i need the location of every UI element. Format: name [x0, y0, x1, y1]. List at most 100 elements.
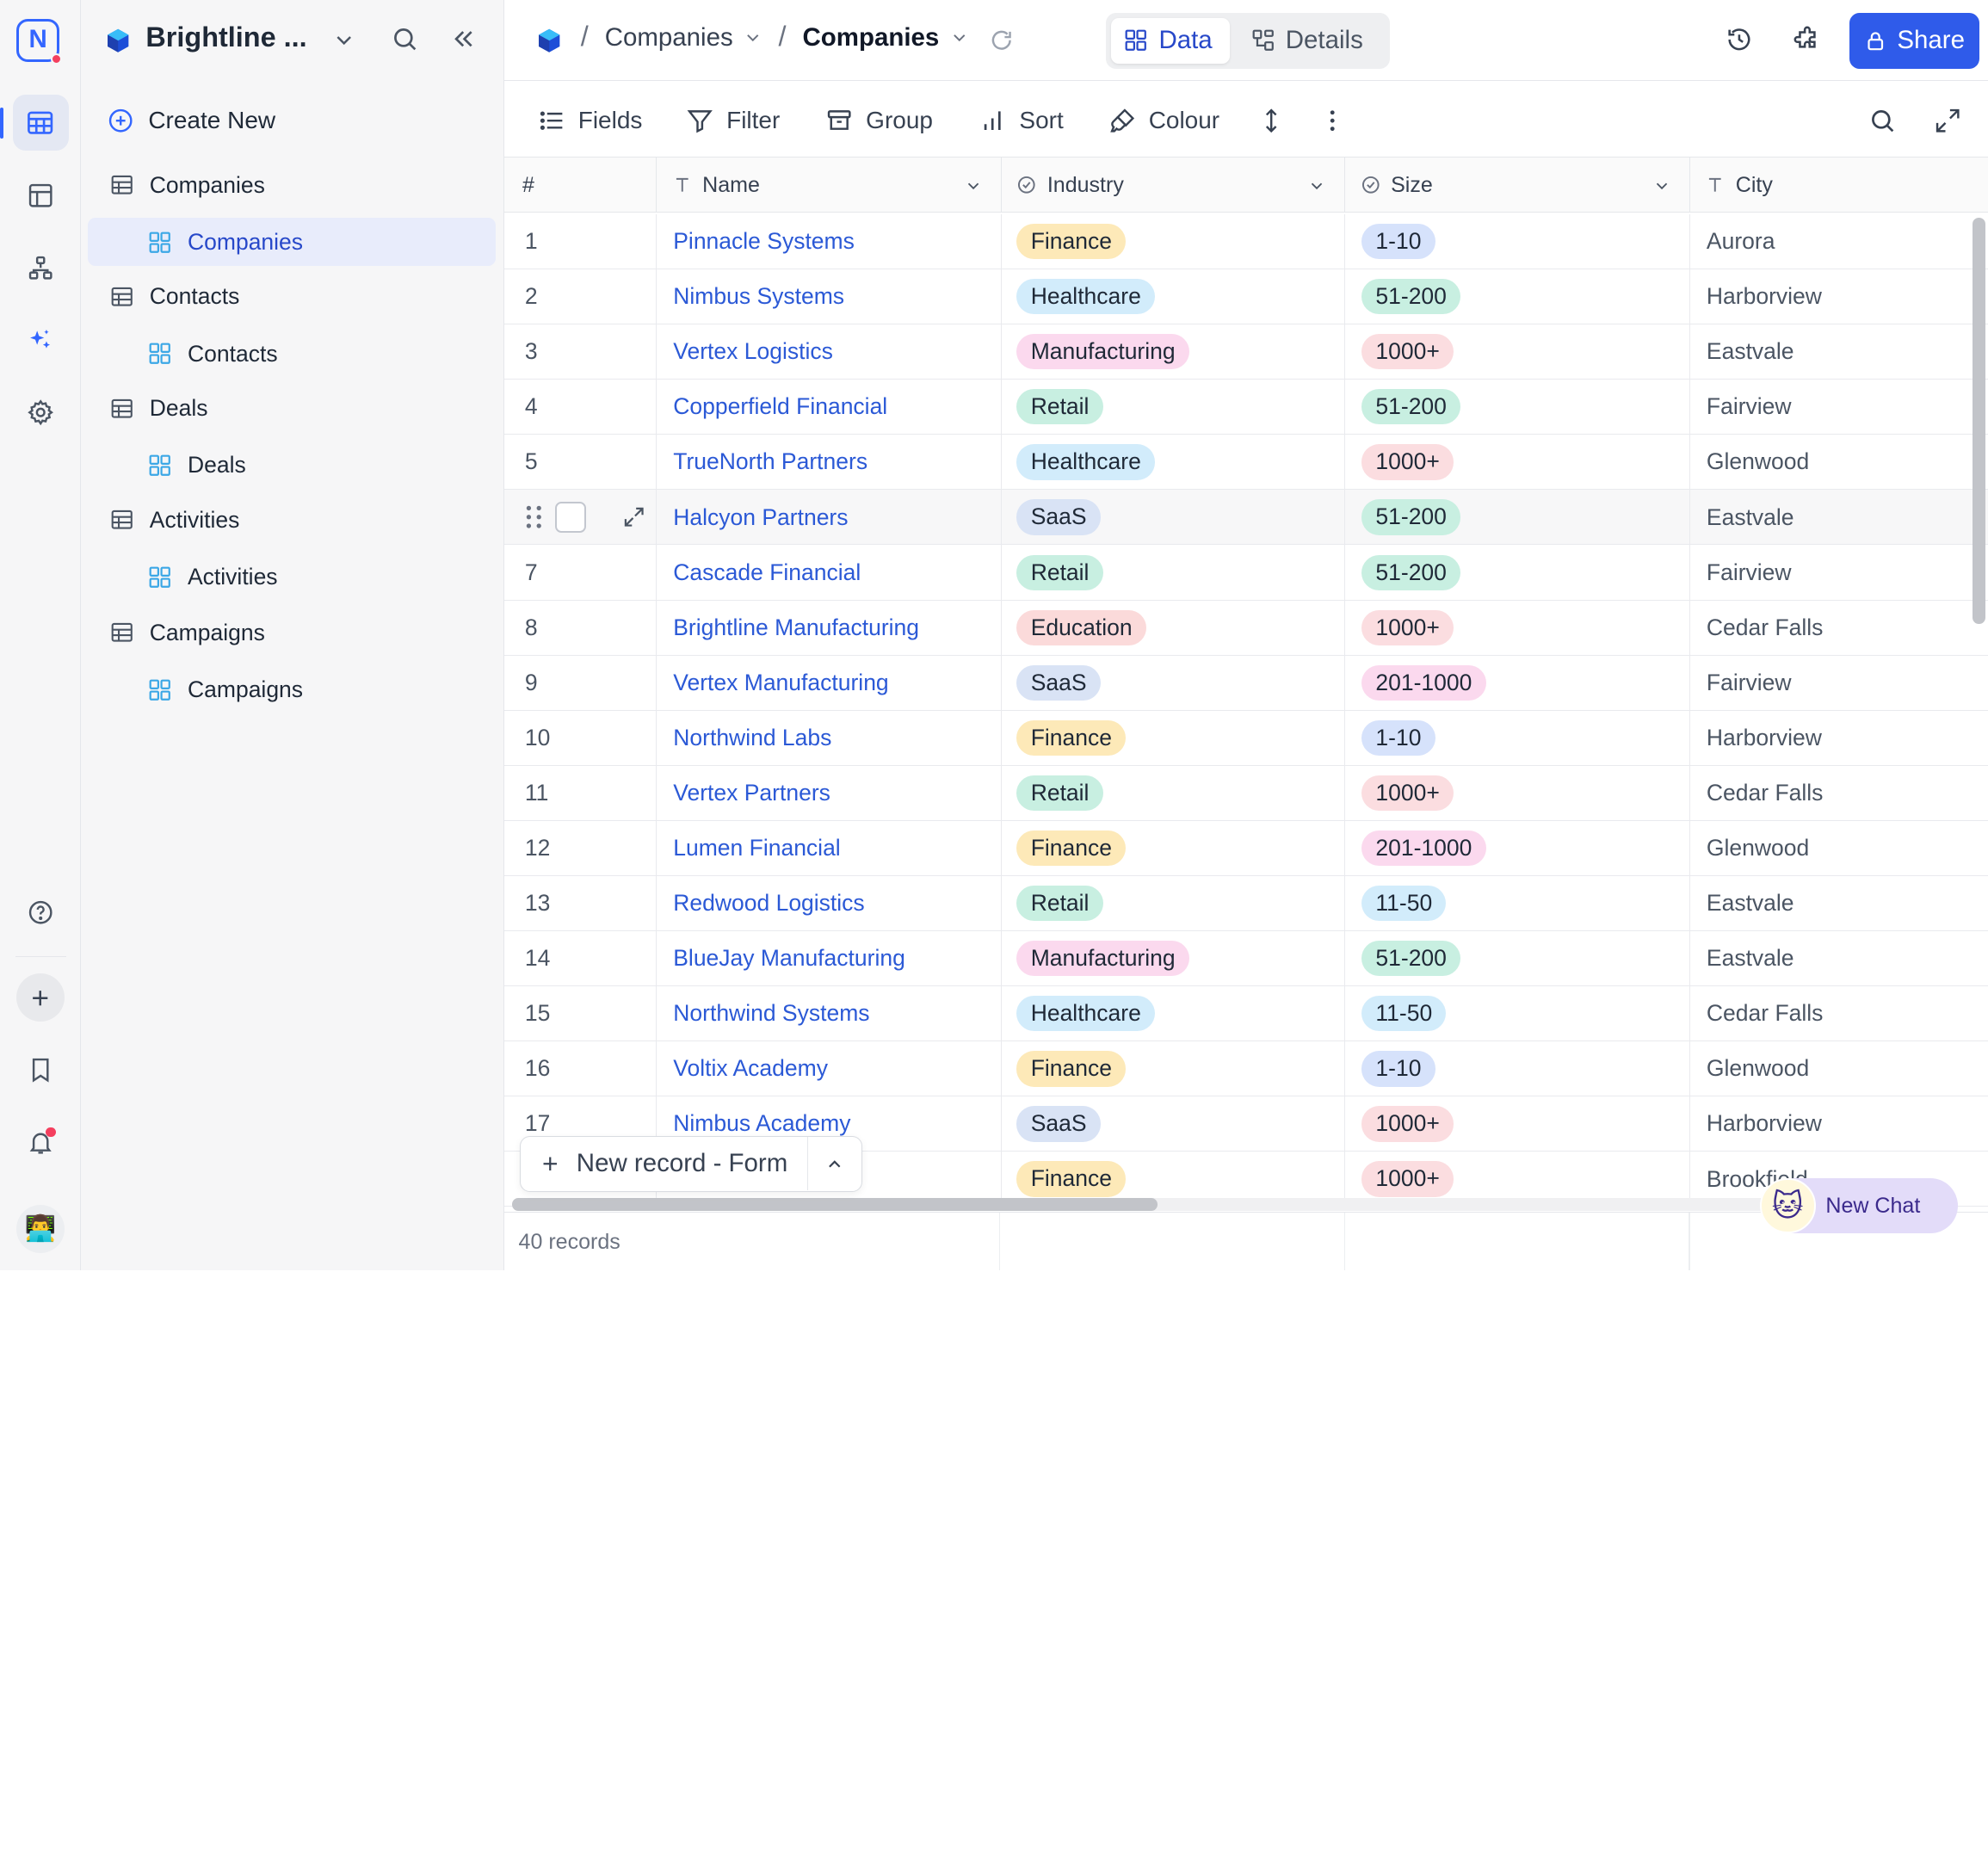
new-record-options-button[interactable] — [808, 1154, 861, 1175]
column-header-city[interactable]: City — [1690, 157, 1988, 213]
city-cell[interactable]: Cedar Falls — [1690, 766, 1988, 820]
industry-cell[interactable]: Finance — [1002, 213, 1346, 269]
sidebar-table-companies[interactable]: Companies — [88, 161, 496, 209]
size-cell[interactable]: 1-10 — [1345, 213, 1690, 269]
company-name[interactable]: Cascade Financial — [673, 559, 861, 586]
city-cell[interactable]: Harborview — [1690, 269, 1988, 324]
sidebar-table-campaigns[interactable]: Campaigns — [88, 608, 496, 657]
industry-cell[interactable]: Retail — [1002, 875, 1346, 931]
industry-cell[interactable]: Finance — [1002, 820, 1346, 876]
puzzle-icon[interactable] — [1793, 25, 1822, 54]
table-row[interactable]: 10 Northwind Labs Finance 1-10 Harborview — [504, 710, 1988, 766]
company-name-cell[interactable]: TrueNorth Partners — [657, 435, 1002, 490]
rail-notifications-button[interactable] — [13, 1115, 69, 1170]
company-name-cell[interactable]: Cascade Financial — [657, 545, 1002, 600]
new-chat-button[interactable]: 🐱 New Chat — [1759, 1177, 1958, 1234]
industry-cell[interactable]: Healthcare — [1002, 435, 1346, 490]
size-cell[interactable]: 51-200 — [1345, 380, 1690, 435]
user-avatar-button[interactable]: 👨‍💻 — [13, 1201, 69, 1257]
industry-cell[interactable]: Manufacturing — [1002, 324, 1346, 380]
company-name[interactable]: Vertex Logistics — [673, 338, 833, 365]
industry-cell[interactable]: SaaS — [1002, 490, 1346, 545]
company-name[interactable]: Redwood Logistics — [673, 890, 864, 917]
rail-ai-button[interactable] — [13, 312, 69, 367]
rail-workflows-button[interactable] — [13, 239, 69, 295]
city-cell[interactable]: Glenwood — [1690, 435, 1988, 489]
column-header-industry[interactable]: Industry — [1002, 157, 1346, 213]
new-record-button[interactable]: New record - Form — [521, 1137, 808, 1191]
vertical-scrollbar[interactable] — [1973, 218, 1985, 624]
rail-tables-button[interactable] — [0, 95, 69, 151]
company-name-cell[interactable]: Nimbus Systems — [657, 269, 1002, 324]
sort-button[interactable]: Sort — [979, 104, 1064, 137]
company-name[interactable]: Lumen Financial — [673, 835, 840, 861]
breadcrumb-table[interactable]: Companies — [605, 23, 763, 52]
collapse-sidebar-icon[interactable] — [449, 25, 477, 52]
sidebar-view-companies[interactable]: Companies — [87, 218, 496, 267]
company-name-cell[interactable]: Halcyon Partners — [657, 490, 1002, 545]
sidebar-view-campaigns[interactable]: Campaigns — [88, 665, 496, 713]
table-row[interactable]: 8 Brightline Manufacturing Education 1000+ C… — [504, 600, 1988, 656]
share-button[interactable]: Share — [1849, 12, 1979, 69]
search-icon[interactable] — [1868, 107, 1896, 134]
company-name-cell[interactable]: BlueJay Manufacturing — [657, 931, 1002, 986]
city-cell[interactable]: Cedar Falls — [1690, 986, 1988, 1040]
chevron-down-icon[interactable] — [964, 176, 983, 195]
company-name-cell[interactable]: Northwind Systems — [657, 986, 1002, 1041]
chevron-down-icon[interactable] — [1652, 176, 1671, 195]
industry-cell[interactable]: Manufacturing — [1002, 931, 1346, 986]
size-cell[interactable]: 51-200 — [1345, 269, 1690, 324]
city-cell[interactable]: Harborview — [1690, 1096, 1988, 1151]
row-height-icon[interactable] — [1257, 107, 1285, 134]
city-cell[interactable]: Glenwood — [1690, 1041, 1988, 1096]
fields-button[interactable]: Fields — [538, 104, 642, 137]
sidebar-table-deals[interactable]: Deals — [88, 384, 496, 432]
rail-bookmarks-button[interactable] — [13, 1042, 69, 1098]
city-cell[interactable]: Fairview — [1690, 545, 1988, 599]
industry-cell[interactable]: SaaS — [1002, 655, 1346, 710]
industry-cell[interactable]: Finance — [1002, 710, 1346, 766]
company-name-cell[interactable]: Pinnacle Systems — [657, 213, 1002, 269]
company-name[interactable]: TrueNorth Partners — [673, 448, 867, 475]
company-name-cell[interactable]: Vertex Partners — [657, 765, 1002, 821]
size-cell[interactable]: 51-200 — [1345, 545, 1690, 600]
table-row[interactable]: 4 Copperfield Financial Retail 51-200 Fairvi… — [504, 380, 1988, 435]
history-icon[interactable] — [1725, 25, 1754, 54]
colour-button[interactable]: Colour — [1108, 104, 1219, 137]
column-header-name[interactable]: Name — [657, 157, 1002, 213]
table-row[interactable]: 9 Vertex Manufacturing SaaS 201-1000 Fairvie… — [504, 655, 1988, 711]
size-cell[interactable]: 11-50 — [1345, 875, 1690, 931]
table-row[interactable]: 13 Redwood Logistics Retail 11-50 Eastvale — [504, 875, 1988, 932]
table-row[interactable]: 2 Nimbus Systems Healthcare 51-200 Harborvie… — [504, 269, 1988, 325]
breadcrumb-view[interactable]: Companies — [803, 23, 970, 52]
rail-layouts-button[interactable] — [13, 167, 69, 223]
chevron-down-icon[interactable] — [1307, 176, 1326, 195]
size-cell[interactable]: 1000+ — [1345, 1096, 1690, 1152]
size-cell[interactable]: 1000+ — [1345, 435, 1690, 490]
table-row[interactable]: 1 Pinnacle Systems Finance 1-10 Aurora — [504, 213, 1988, 270]
sidebar-view-activities[interactable]: Activities — [88, 553, 496, 601]
expand-icon[interactable] — [1934, 107, 1961, 134]
table-row[interactable]: 16 Voltix Academy Finance 1-10 Glenwood — [504, 1041, 1988, 1097]
chevron-down-icon[interactable] — [331, 28, 356, 52]
size-cell[interactable]: 201-1000 — [1345, 655, 1690, 710]
company-name[interactable]: Copperfield Financial — [673, 393, 887, 420]
reload-icon[interactable] — [989, 28, 1014, 52]
industry-cell[interactable]: Education — [1002, 600, 1346, 655]
company-name-cell[interactable]: Vertex Manufacturing — [657, 655, 1002, 710]
industry-cell[interactable]: Retail — [1002, 765, 1346, 821]
more-vertical-icon[interactable] — [1318, 107, 1346, 134]
industry-cell[interactable]: Finance — [1002, 1041, 1346, 1096]
table-row[interactable]: 11 Vertex Partners Retail 1000+ Cedar Falls — [504, 765, 1988, 821]
company-name[interactable]: BlueJay Manufacturing — [673, 945, 905, 972]
company-name[interactable]: Nimbus Academy — [673, 1110, 850, 1137]
city-cell[interactable]: Eastvale — [1690, 931, 1988, 985]
app-logo[interactable]: N — [16, 19, 63, 65]
city-cell[interactable]: Cedar Falls — [1690, 601, 1988, 655]
city-cell[interactable]: Eastvale — [1690, 490, 1988, 544]
group-button[interactable]: Group — [825, 104, 933, 137]
horizontal-scrollbar-thumb[interactable] — [512, 1198, 1158, 1211]
table-row[interactable]: 15 Northwind Systems Healthcare 11-50 Cedar … — [504, 986, 1988, 1042]
table-row[interactable]: 14 BlueJay Manufacturing Manufacturing 51-2… — [504, 931, 1988, 987]
industry-cell[interactable]: Healthcare — [1002, 986, 1346, 1041]
